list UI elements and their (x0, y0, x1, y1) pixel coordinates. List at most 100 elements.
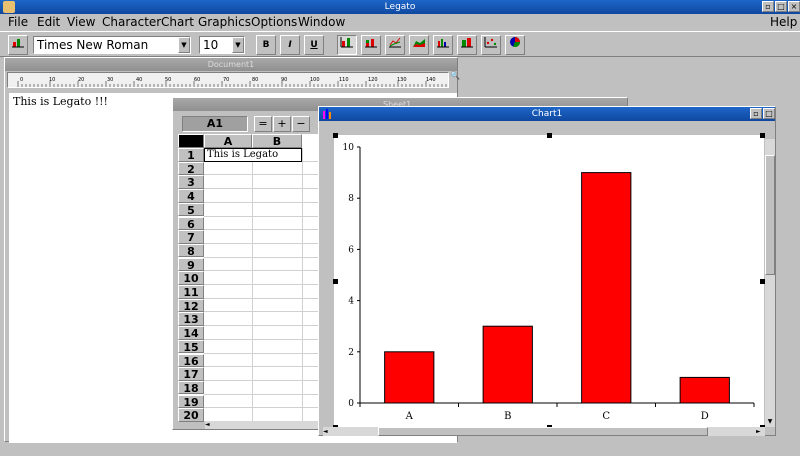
column-chart-icon[interactable] (433, 35, 453, 55)
scroll-thumb[interactable] (765, 155, 775, 275)
selection-handle[interactable] (333, 279, 338, 284)
row-header[interactable]: 4 (178, 189, 204, 203)
row-divider (204, 270, 328, 272)
row-header[interactable]: 19 (178, 394, 204, 408)
restore-icon[interactable]: ▫ (750, 108, 762, 119)
row-header[interactable]: 1 (178, 148, 204, 162)
ruler-label: 100 (310, 77, 320, 83)
menu-graphics[interactable]: Graphics (198, 14, 251, 30)
row-header[interactable]: 15 (178, 339, 204, 354)
bold-button[interactable]: B (256, 35, 276, 55)
bar-A (384, 351, 435, 404)
line-chart-icon[interactable] (385, 35, 405, 55)
cell-a1[interactable]: This is Legato (204, 148, 302, 162)
3d-bar-icon[interactable] (457, 35, 477, 55)
app-titlebar[interactable]: Legato ▫ □ × (0, 0, 800, 14)
equals-button[interactable]: = (254, 116, 272, 132)
scroll-right-icon[interactable]: ► (756, 427, 765, 436)
close-icon[interactable]: × (788, 1, 800, 12)
row-header[interactable]: 6 (178, 216, 204, 230)
row-header[interactable]: 9 (178, 257, 204, 271)
ruler[interactable]: 0 10 20 30 40 50 60 70 80 90 100 110 120 130 140 (7, 72, 455, 88)
selection-handle[interactable] (760, 133, 765, 138)
chart-canvas[interactable]: 0 2 4 6 8 10 A B C D (334, 135, 764, 427)
row-header[interactable]: 14 (178, 326, 204, 340)
menu-options[interactable]: Options (251, 14, 297, 30)
ruler-label: 30 (107, 77, 113, 83)
plus-button[interactable]: + (273, 116, 291, 132)
row-header[interactable]: 3 (178, 175, 204, 189)
pie-chart-icon[interactable] (505, 35, 525, 55)
scatter-chart-icon[interactable] (481, 35, 501, 55)
row-header[interactable]: 12 (178, 298, 204, 312)
font-size-select[interactable]: 10 ▼ (199, 36, 245, 54)
select-all-corner[interactable] (178, 134, 204, 148)
row-header[interactable]: 16 (178, 353, 204, 367)
chart-titlebar[interactable]: Chart1 ▫ □ (319, 107, 775, 121)
ruler-ticks: 0 10 20 30 40 50 60 70 80 90 100 110 120 130 140 (17, 77, 455, 87)
font-family-select[interactable]: Times New Roman ▼ (33, 36, 191, 54)
menubar: File Edit View Character Chart Graphics … (0, 14, 800, 30)
bar-chart-icon[interactable] (337, 35, 357, 55)
document-titlebar[interactable]: Document1 (5, 58, 457, 71)
stacked-bar-icon[interactable] (361, 35, 381, 55)
row-header[interactable]: 11 (178, 285, 204, 299)
column-header-a[interactable]: A (204, 134, 252, 148)
row-divider (204, 311, 328, 313)
chart-hscrollbar[interactable]: ◄ ► (323, 427, 765, 436)
row-header[interactable]: 17 (178, 367, 204, 381)
bar-chart: 0 2 4 6 8 10 A B C D (343, 143, 755, 422)
scroll-thumb[interactable] (378, 427, 708, 436)
ruler-label: 60 (194, 77, 200, 83)
app-title: Legato (384, 2, 416, 12)
y-tick-label: 6 (348, 245, 354, 255)
minus-button[interactable]: − (292, 116, 310, 132)
chart-window[interactable]: Chart1 ▫ □ 0 2 4 6 8 10 A B C D ▼ ◄ ► (318, 106, 776, 436)
sheet-hscrollbar[interactable]: ◄ (205, 421, 323, 429)
menu-edit[interactable]: Edit (37, 14, 60, 30)
cell-reference-box[interactable]: A1 (182, 116, 248, 132)
menu-view[interactable]: View (67, 14, 95, 30)
column-divider (302, 148, 303, 422)
column-divider (252, 148, 253, 422)
minimize-icon[interactable]: ▫ (762, 1, 774, 12)
column-header-b[interactable]: B (252, 134, 302, 148)
selection-handle[interactable] (333, 133, 338, 138)
x-tick-label: A (405, 411, 414, 422)
scroll-left-icon[interactable]: ◄ (205, 421, 213, 429)
chevron-down-icon[interactable]: ▼ (232, 37, 244, 53)
menu-file[interactable]: File (8, 14, 28, 30)
x-tick-label: C (602, 411, 610, 422)
row-divider (204, 407, 328, 409)
row-header[interactable]: 20 (178, 408, 204, 422)
chart-vscrollbar[interactable]: ▼ (765, 139, 775, 427)
row-divider (204, 256, 328, 258)
maximize-icon[interactable]: □ (775, 1, 787, 12)
scroll-down-icon[interactable]: ▼ (765, 417, 775, 427)
menu-chart[interactable]: Chart (161, 14, 194, 30)
y-tick-label: 10 (343, 143, 355, 153)
row-header[interactable]: 13 (178, 312, 204, 326)
selection-handle[interactable] (547, 133, 552, 138)
italic-button[interactable]: I (280, 35, 300, 55)
app-icon (3, 1, 15, 13)
zoom-icon[interactable]: 🔍 (450, 72, 460, 80)
maximize-icon[interactable]: □ (763, 108, 775, 119)
chart-tool-icon[interactable] (8, 35, 28, 55)
menu-window[interactable]: Window (298, 14, 345, 30)
menu-help[interactable]: Help (770, 14, 797, 30)
row-header[interactable]: 10 (178, 271, 204, 285)
row-header[interactable]: 5 (178, 202, 204, 217)
area-chart-icon[interactable] (409, 35, 429, 55)
menu-character[interactable]: Character (102, 14, 161, 30)
chevron-down-icon[interactable]: ▼ (178, 37, 190, 53)
spreadsheet-grid[interactable]: A B 1 2 3 4 5 6 7 8 9 10 11 12 13 14 15 16 17 18 19 20 This… (178, 134, 328, 422)
row-header[interactable]: 8 (178, 243, 204, 258)
row-header[interactable]: 7 (178, 230, 204, 244)
ruler-label: 40 (136, 77, 142, 83)
scroll-left-icon[interactable]: ◄ (323, 427, 332, 436)
row-header[interactable]: 18 (178, 380, 204, 395)
underline-button[interactable]: U (304, 35, 324, 55)
document-text[interactable]: This is Legato !!! (13, 95, 108, 108)
row-header[interactable]: 2 (178, 161, 204, 175)
